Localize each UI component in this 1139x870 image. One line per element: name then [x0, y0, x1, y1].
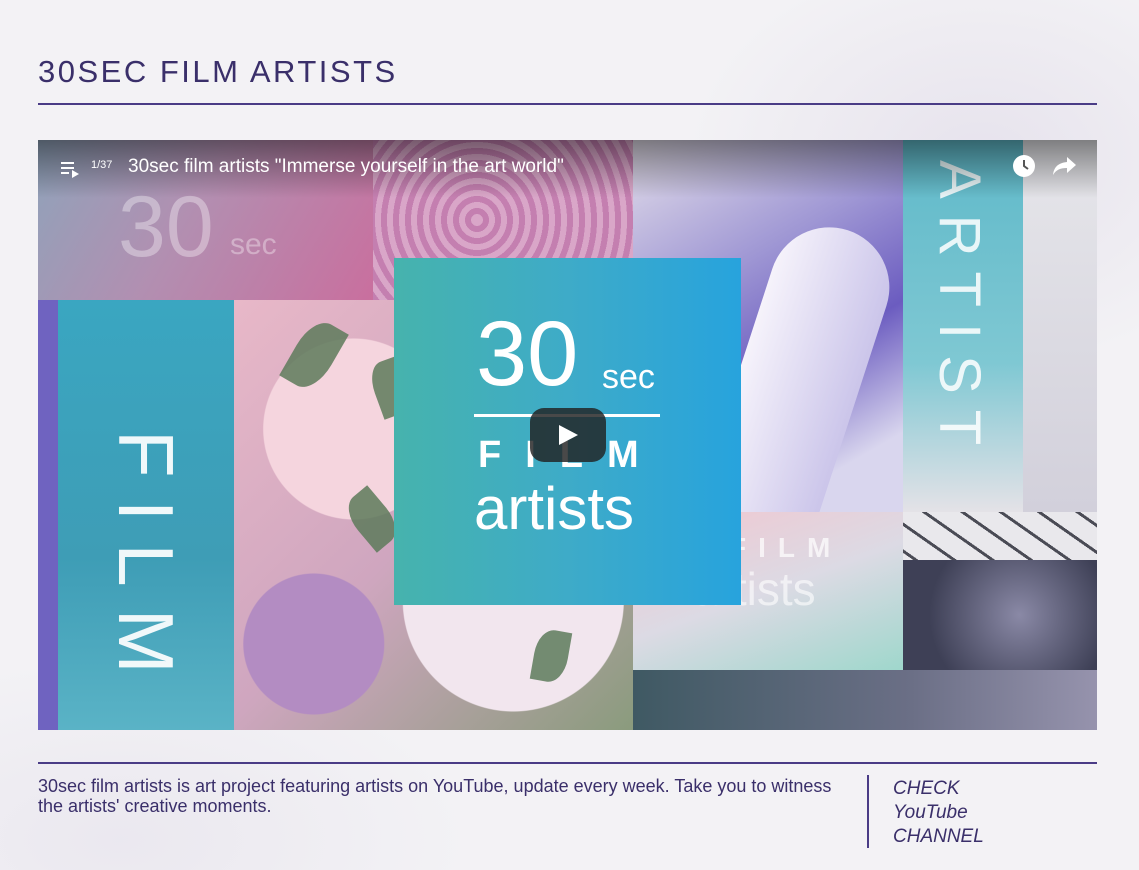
footer-divider: [38, 762, 1097, 764]
leaf-shape: [529, 627, 573, 685]
logo-number: 30: [476, 303, 579, 405]
tile-film-word: FILM: [102, 430, 190, 696]
video-player[interactable]: 30 sec ARTIST FILM FILM artists 30 sec F…: [38, 140, 1097, 730]
title-divider: [38, 103, 1097, 105]
page-title: 30SEC FILM ARTISTS: [38, 54, 398, 89]
youtube-channel-link[interactable]: CHECK YouTube CHANNEL: [893, 777, 1033, 849]
tile-small-film: FILM: [729, 532, 843, 563]
video-title-link[interactable]: 30sec film artists "Immerse yourself in …: [128, 156, 564, 178]
cta-line-channel: CHANNEL: [893, 826, 984, 847]
play-button[interactable]: [530, 408, 606, 462]
thumbnail-tile-film: FILM: [38, 300, 234, 730]
thumbnail-tile-speckle: [903, 512, 1097, 670]
playlist-icon[interactable]: [60, 158, 82, 180]
cta-line-check: CHECK: [893, 778, 960, 799]
player-top-bar: 1/37 30sec film artists "Immerse yoursel…: [38, 140, 1097, 198]
tile-edge: [38, 300, 58, 730]
clock-icon[interactable]: [1012, 154, 1036, 178]
cta-divider: [867, 775, 869, 848]
logo-unit: sec: [602, 358, 655, 396]
share-icon[interactable]: [1052, 154, 1078, 178]
tile-artist-word: ARTIST: [927, 160, 992, 462]
logo-artists: artists: [474, 475, 635, 542]
play-icon: [559, 425, 578, 445]
playlist-position: 1/37: [91, 159, 113, 171]
thumbnail-tile-bottom: [633, 670, 1097, 730]
tile-faint-sec: sec: [230, 228, 277, 261]
project-description: 30sec film artists is art project featur…: [38, 776, 832, 816]
cta-line-youtube: YouTube: [893, 802, 968, 823]
tile-dark-scene: [903, 560, 1097, 670]
leaf-shape: [279, 314, 349, 396]
